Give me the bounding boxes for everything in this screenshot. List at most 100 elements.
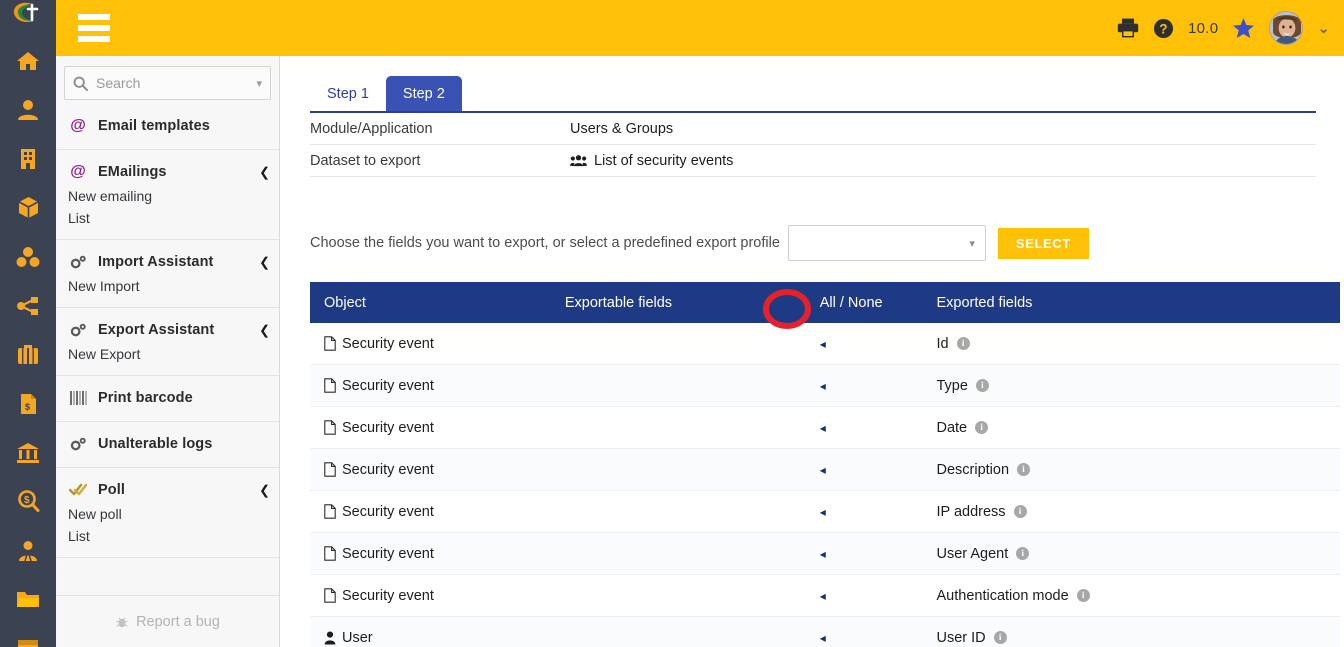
search-box[interactable]: Search ▾ (64, 66, 271, 100)
chevron-down-icon[interactable]: ▾ (256, 77, 262, 90)
star-icon[interactable] (1232, 17, 1255, 39)
rail-item-employee[interactable] (0, 526, 56, 575)
cell-object: Security event (310, 407, 565, 448)
sidebar-subitem-list[interactable]: List (56, 525, 279, 547)
cell-exported-field: Id i (936, 336, 1340, 352)
document-icon (324, 336, 336, 351)
sidebar-item-import-assistant[interactable]: Import Assistant ❮ (56, 249, 279, 275)
sidebar-subitem-new-import[interactable]: New Import (56, 275, 279, 297)
search-icon (73, 76, 88, 91)
company-icon (21, 148, 35, 169)
rail-item-stock[interactable] (0, 232, 56, 281)
info-icon[interactable]: i (993, 631, 1007, 644)
move-left-arrow-icon[interactable]: ◂ (820, 631, 826, 645)
hamburger-icon[interactable] (78, 14, 110, 42)
app-logo[interactable] (0, 0, 56, 28)
rail-item-product[interactable] (0, 183, 56, 232)
table-row[interactable]: User ◂ User ID i (310, 616, 1340, 647)
rail-item-briefcase[interactable] (0, 330, 56, 379)
rail-item-bank[interactable] (0, 428, 56, 477)
chevron-left-icon[interactable]: ❮ (259, 166, 270, 179)
sidebar-item-poll[interactable]: Poll ❮ (56, 477, 279, 503)
gears-icon (68, 437, 88, 452)
rail-item-search-money[interactable]: $ (0, 477, 56, 526)
table-row[interactable]: Security event ◂ Id i (310, 323, 1340, 365)
report-a-bug-link[interactable]: Report a bug (56, 595, 279, 647)
step-tabs: Step 1 Step 2 (310, 70, 1316, 111)
export-profile-select[interactable]: ▾ (787, 225, 986, 261)
info-icon[interactable]: i (1076, 589, 1090, 602)
sidebar-subitem-new-poll[interactable]: New poll (56, 503, 279, 525)
person-icon (324, 631, 336, 644)
info-icon[interactable]: i (1017, 463, 1031, 476)
move-left-arrow-icon[interactable]: ◂ (820, 505, 826, 519)
info-row-module: Module/Application Users & Groups (310, 113, 1316, 145)
cell-object: Security event (310, 533, 565, 574)
home-icon (17, 51, 39, 70)
cell-exported-field: Description i (936, 462, 1340, 478)
sidebar-subitem-new-emailing[interactable]: New emailing (56, 185, 279, 207)
barcode-icon (68, 391, 88, 405)
double-check-icon (68, 483, 88, 497)
search-money-icon: $ (17, 490, 39, 512)
info-icon[interactable]: i (1016, 547, 1030, 560)
sidebar-item-label: Email templates (98, 118, 210, 134)
rail-item-company[interactable] (0, 134, 56, 183)
info-icon[interactable]: i (975, 379, 989, 392)
select-none-link[interactable]: None (848, 295, 883, 311)
rail-item-calendar[interactable] (0, 624, 56, 647)
rail-item-workflow[interactable] (0, 281, 56, 330)
table-row[interactable]: Security event ◂ Type i (310, 364, 1340, 407)
table-row[interactable]: Security event ◂ Date i (310, 406, 1340, 449)
table-row[interactable]: Security event ◂ Authentication mode i (310, 574, 1340, 617)
info-icon[interactable]: i (975, 421, 989, 434)
sidebar-item-email-templates[interactable]: @ Email templates (56, 113, 279, 139)
chevron-left-icon[interactable]: ❮ (259, 324, 270, 337)
table-row[interactable]: Security event ◂ Description i (310, 448, 1340, 491)
rail-item-folder[interactable] (0, 575, 56, 624)
move-left-arrow-icon[interactable]: ◂ (820, 421, 826, 435)
tab-step-2[interactable]: Step 2 (385, 75, 462, 111)
cell-exported-field-label: User Agent (936, 545, 1009, 562)
rail-item-invoice[interactable]: $ (0, 379, 56, 428)
move-left-arrow-icon[interactable]: ◂ (820, 337, 826, 351)
all-none-separator: / (835, 294, 848, 311)
chevron-left-icon[interactable]: ❮ (259, 484, 270, 497)
ct-logo-icon (13, 2, 39, 23)
select-button[interactable]: SELECT (997, 227, 1089, 259)
sidebar-item-emailings[interactable]: @ EMailings ❮ (56, 159, 279, 185)
info-label-dataset: Dataset to export (310, 152, 421, 169)
move-left-arrow-icon[interactable]: ◂ (820, 547, 826, 561)
search-input[interactable]: Search (96, 75, 248, 91)
sidebar-subitem-list[interactable]: List (56, 207, 279, 229)
move-left-arrow-icon[interactable]: ◂ (820, 589, 826, 603)
select-all-link[interactable]: All (820, 295, 836, 311)
info-value-module-text: Users & Groups (570, 120, 674, 137)
move-left-arrow-icon[interactable]: ◂ (820, 463, 826, 477)
move-left-arrow-icon[interactable]: ◂ (820, 379, 826, 393)
sidebar-menu-panel: Search ▾ @ Email templates @ EMailings ❮… (56, 0, 280, 647)
chevron-left-icon[interactable]: ❮ (259, 256, 270, 269)
rail-item-home[interactable] (0, 36, 56, 85)
cell-object-label: Security event (342, 419, 434, 436)
question-circle-icon[interactable]: ? (1153, 18, 1174, 39)
info-icon[interactable]: i (956, 337, 970, 350)
chevron-down-icon[interactable]: ⌄ (1317, 19, 1330, 37)
sidebar-item-unalterable-logs[interactable]: Unalterable logs (56, 431, 279, 457)
tab-step-1[interactable]: Step 1 (310, 76, 386, 112)
info-icon[interactable]: i (1013, 505, 1027, 518)
avatar[interactable] (1269, 11, 1304, 45)
at-icon: @ (70, 163, 86, 180)
rail-items-list: $ $ (0, 28, 56, 647)
rail-item-contact[interactable] (0, 85, 56, 134)
fields-table: Object Exportable fields All / None Expo… (310, 282, 1340, 647)
sidebar-item-export-assistant[interactable]: Export Assistant ❮ (56, 317, 279, 343)
cell-object: Security event (310, 491, 565, 532)
sidebar-item-label: Import Assistant (98, 254, 214, 270)
printer-icon[interactable] (1117, 18, 1139, 38)
sidebar-subitem-new-export[interactable]: New Export (56, 343, 279, 365)
table-row[interactable]: Security event ◂ User Agent i (310, 532, 1340, 575)
sidebar-item-print-barcode[interactable]: Print barcode (56, 385, 279, 411)
cell-object-label: User (342, 629, 373, 646)
table-row[interactable]: Security event ◂ IP address i (310, 490, 1340, 533)
